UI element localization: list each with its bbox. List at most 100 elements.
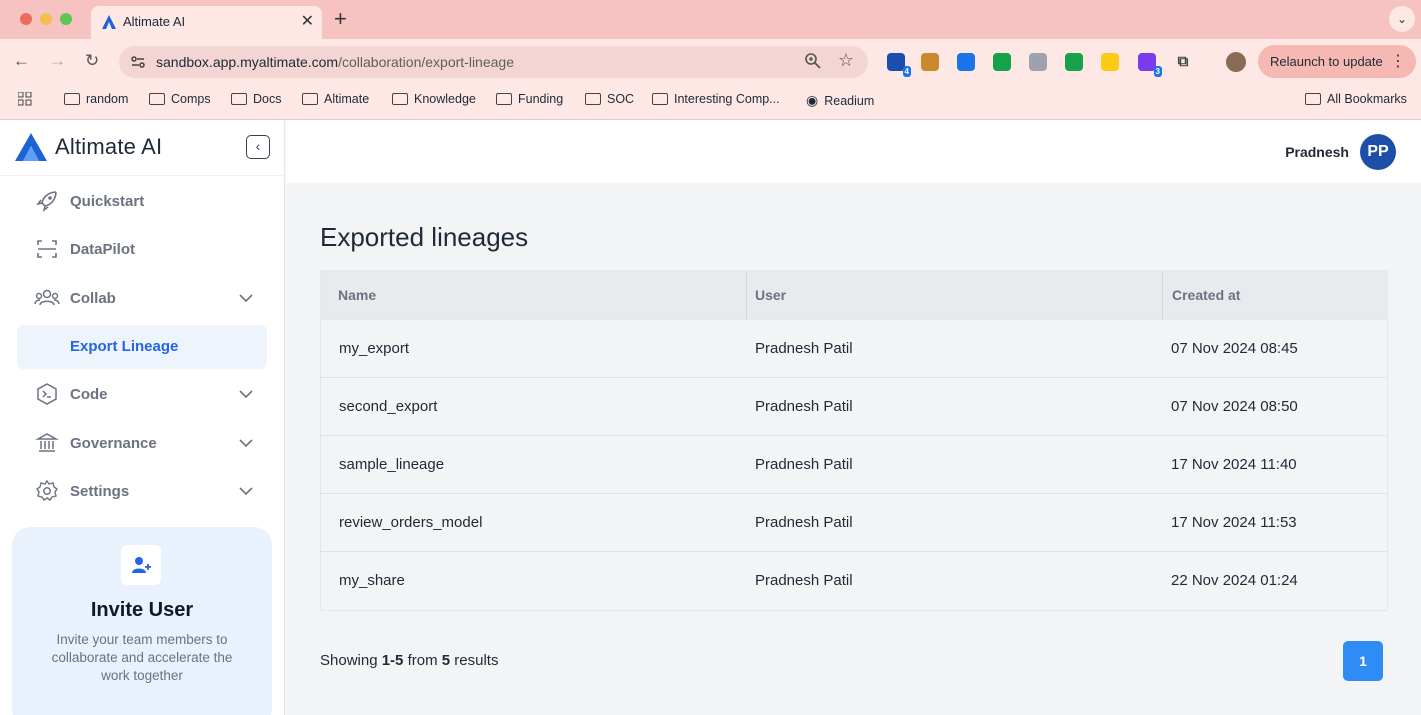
cell-user: Pradnesh Patil bbox=[755, 340, 853, 357]
user-avatar[interactable]: PP bbox=[1360, 134, 1396, 170]
page-title: Exported lineages bbox=[320, 222, 529, 252]
extension-6-icon[interactable] bbox=[1065, 53, 1083, 71]
cell-name[interactable]: sample_lineage bbox=[339, 456, 444, 473]
bookmark-item[interactable]: Altimate bbox=[302, 92, 369, 106]
chevron-down-icon[interactable] bbox=[238, 435, 254, 451]
extensions-puzzle-icon[interactable]: ⧉ bbox=[1174, 53, 1192, 71]
extension-8-icon[interactable]: 3 bbox=[1138, 53, 1162, 77]
sidebar-item-label: Collab bbox=[70, 289, 116, 307]
column-header-user[interactable]: User bbox=[755, 287, 786, 303]
url-text[interactable]: sandbox.app.myaltimate.com/collaboration… bbox=[156, 54, 514, 70]
sidebar-item-export-lineage[interactable]: Export Lineage bbox=[17, 325, 267, 369]
pagination-page-button[interactable]: 1 bbox=[1343, 641, 1383, 681]
cell-name[interactable]: second_export bbox=[339, 398, 437, 415]
cell-user: Pradnesh Patil bbox=[755, 572, 853, 589]
results-total: 5 bbox=[441, 652, 451, 669]
bookmark-item[interactable]: SOC bbox=[585, 92, 634, 106]
sidebar-item-governance[interactable]: Governance bbox=[34, 425, 264, 461]
extension-badge: 3 bbox=[1153, 66, 1162, 77]
sidebar-item-datapilot[interactable]: DataPilot bbox=[34, 231, 264, 267]
table-row[interactable]: my_export Pradnesh Patil 07 Nov 2024 08:… bbox=[321, 320, 1387, 378]
apps-grid-icon[interactable] bbox=[18, 92, 32, 106]
sidebar-item-label: Settings bbox=[70, 482, 130, 500]
extension-7-icon[interactable] bbox=[1101, 53, 1119, 71]
zoom-icon[interactable] bbox=[804, 52, 822, 70]
tab-search-chevron-icon[interactable]: ⌄ bbox=[1389, 6, 1415, 32]
bookmark-label: Knowledge bbox=[414, 92, 476, 106]
new-tab-icon[interactable]: + bbox=[334, 6, 347, 32]
altimate-logo-icon bbox=[15, 133, 47, 161]
chevron-down-icon[interactable] bbox=[238, 386, 254, 402]
divider bbox=[0, 175, 285, 176]
table-row[interactable]: second_export Pradnesh Patil 07 Nov 2024… bbox=[321, 378, 1387, 436]
extension-5-icon[interactable] bbox=[1029, 53, 1047, 71]
bookmarks-bar: random Comps Docs Altimate Knowledge Funding S… bbox=[0, 85, 1421, 120]
user-name: Pradnesh bbox=[1285, 144, 1349, 160]
bookmark-item[interactable]: Comps bbox=[149, 92, 211, 106]
bookmark-item[interactable]: Docs bbox=[231, 92, 281, 106]
folder-icon bbox=[585, 93, 601, 105]
table-row[interactable]: review_orders_model Pradnesh Patil 17 No… bbox=[321, 494, 1387, 552]
rocket-icon bbox=[34, 188, 60, 214]
bookmark-label: Comps bbox=[171, 92, 211, 106]
bookmark-item[interactable]: random bbox=[64, 92, 128, 106]
site-settings-icon[interactable] bbox=[129, 53, 147, 71]
bookmark-item[interactable]: Knowledge bbox=[392, 92, 476, 106]
column-divider[interactable] bbox=[1162, 273, 1163, 319]
table-row[interactable]: sample_lineage Pradnesh Patil 17 Nov 202… bbox=[321, 436, 1387, 494]
collapse-sidebar-button[interactable]: ‹ bbox=[246, 135, 270, 159]
close-window-button[interactable] bbox=[20, 13, 32, 25]
browser-tab[interactable]: Altimate AI ✕ bbox=[91, 6, 322, 39]
forward-arrow-icon[interactable]: → bbox=[49, 51, 66, 71]
sidebar-item-settings[interactable]: Settings bbox=[34, 473, 264, 509]
cell-name[interactable]: my_share bbox=[339, 572, 405, 589]
brand-name: Altimate AI bbox=[55, 134, 163, 159]
column-header-created-at[interactable]: Created at bbox=[1172, 287, 1240, 303]
cell-created-at: 07 Nov 2024 08:45 bbox=[1171, 340, 1298, 357]
cell-created-at: 17 Nov 2024 11:53 bbox=[1171, 514, 1297, 531]
url-domain: sandbox.app.myaltimate.com bbox=[156, 54, 339, 70]
bookmark-star-icon[interactable]: ☆ bbox=[838, 50, 854, 71]
more-menu-icon[interactable]: ⋮ bbox=[1390, 51, 1406, 71]
invite-user-card[interactable]: Invite User Invite your team members to … bbox=[12, 527, 272, 715]
extension-2-icon[interactable] bbox=[921, 53, 939, 71]
cell-created-at: 22 Nov 2024 01:24 bbox=[1171, 572, 1298, 589]
reload-icon[interactable]: ↻ bbox=[85, 51, 99, 71]
chevron-down-icon[interactable] bbox=[238, 290, 254, 306]
bookmark-item[interactable]: ◉ Readium bbox=[806, 92, 874, 109]
close-tab-icon[interactable]: ✕ bbox=[301, 11, 314, 31]
address-bar[interactable]: sandbox.app.myaltimate.com/collaboration… bbox=[119, 46, 868, 78]
profile-avatar[interactable] bbox=[1226, 52, 1246, 72]
cell-name[interactable]: my_export bbox=[339, 340, 409, 357]
relaunch-label: Relaunch to update bbox=[1270, 54, 1383, 69]
all-bookmarks-label: All Bookmarks bbox=[1327, 92, 1407, 106]
bookmark-item[interactable]: Interesting Comp... bbox=[652, 92, 780, 106]
folder-icon bbox=[496, 93, 512, 105]
gear-icon bbox=[34, 478, 60, 504]
column-divider[interactable] bbox=[746, 273, 747, 319]
extension-3-icon[interactable] bbox=[957, 53, 975, 71]
cell-name[interactable]: review_orders_model bbox=[339, 514, 482, 531]
add-user-icon bbox=[121, 545, 161, 585]
grammarly-icon[interactable] bbox=[993, 53, 1011, 71]
terminal-icon bbox=[34, 381, 60, 407]
back-arrow-icon[interactable]: ← bbox=[13, 51, 30, 71]
sidebar: Altimate AI ‹ Quickstart DataPilot Colla… bbox=[0, 120, 285, 715]
relaunch-button[interactable]: Relaunch to update ⋮ bbox=[1258, 45, 1416, 78]
brand-logo[interactable]: Altimate AI bbox=[13, 132, 162, 162]
all-bookmarks[interactable]: All Bookmarks bbox=[1305, 92, 1407, 106]
cell-created-at: 17 Nov 2024 11:40 bbox=[1171, 456, 1297, 473]
column-header-name[interactable]: Name bbox=[338, 287, 376, 303]
extension-1-icon[interactable]: 4 bbox=[887, 53, 911, 77]
minimize-window-button[interactable] bbox=[40, 13, 52, 25]
table-row[interactable]: my_share Pradnesh Patil 22 Nov 2024 01:2… bbox=[321, 552, 1387, 610]
chevron-down-icon[interactable] bbox=[238, 483, 254, 499]
sidebar-item-code[interactable]: Code bbox=[34, 376, 264, 412]
sidebar-item-label: Code bbox=[70, 385, 108, 403]
sidebar-item-quickstart[interactable]: Quickstart bbox=[34, 183, 264, 219]
browser-toolbar: ← → ↻ sandbox.app.myaltimate.com/collabo… bbox=[0, 39, 1421, 85]
maximize-window-button[interactable] bbox=[60, 13, 72, 25]
table-body: my_export Pradnesh Patil 07 Nov 2024 08:… bbox=[321, 320, 1387, 610]
sidebar-item-collab[interactable]: Collab bbox=[34, 280, 264, 316]
bookmark-item[interactable]: Funding bbox=[496, 92, 563, 106]
